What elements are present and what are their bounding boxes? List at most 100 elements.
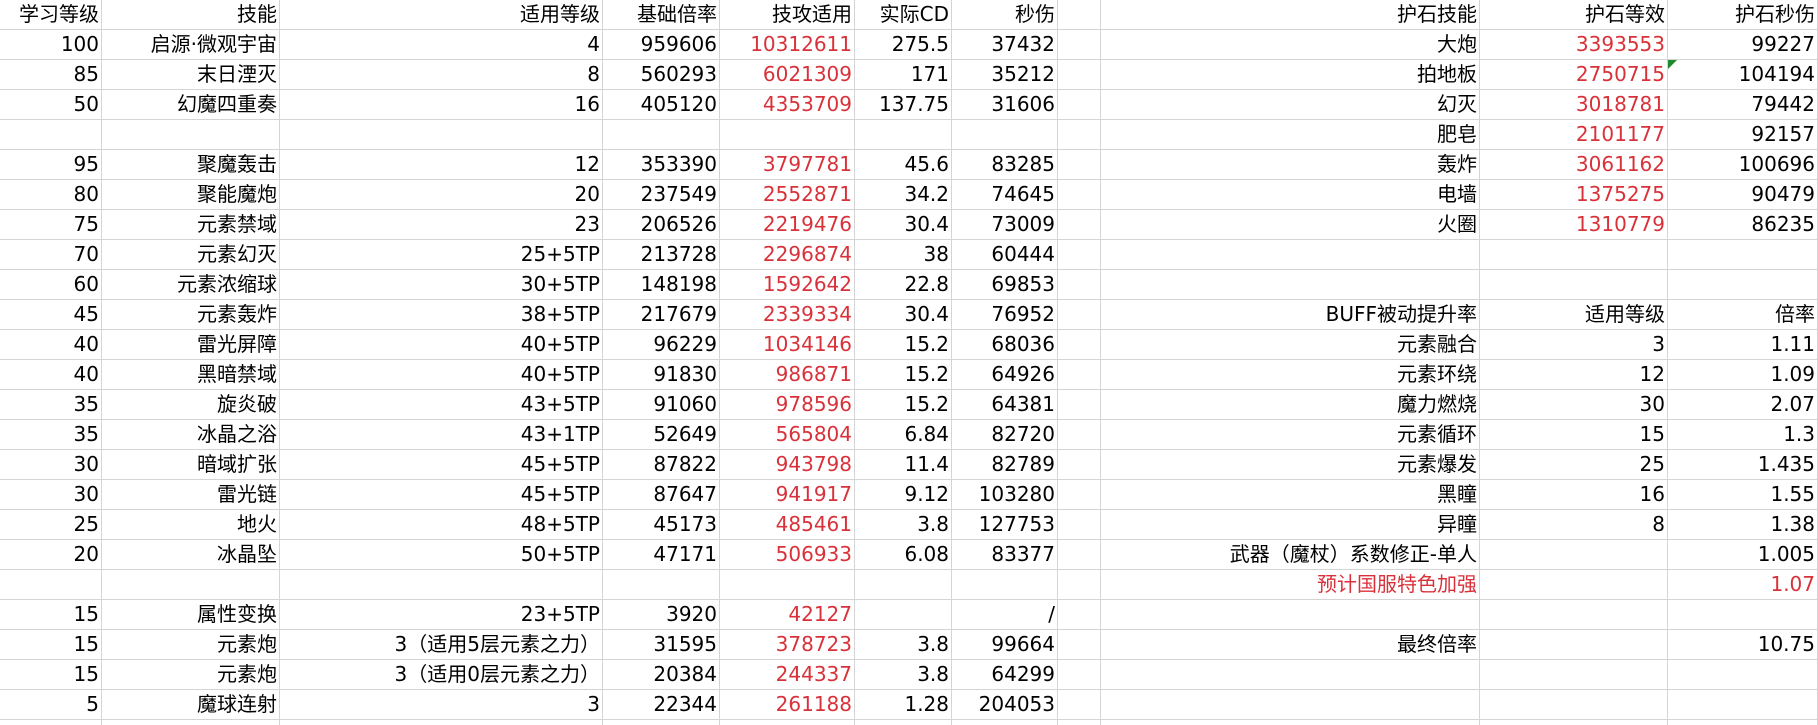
attack-applied-cell[interactable]: 4353709 bbox=[720, 90, 855, 119]
attack-applied-cell[interactable]: 506933 bbox=[720, 540, 855, 569]
apply-level-cell[interactable]: 8 bbox=[280, 60, 603, 89]
dps-cell[interactable]: 37432 bbox=[952, 30, 1058, 59]
base-rate-cell[interactable]: 560293 bbox=[603, 60, 720, 89]
right-label-cell[interactable]: 幻灭 bbox=[1101, 90, 1480, 119]
right-value-cell[interactable]: 3 bbox=[1480, 330, 1668, 359]
right-label-cell[interactable]: 元素环绕 bbox=[1101, 360, 1480, 389]
header-base-rate[interactable]: 基础倍率 bbox=[603, 0, 720, 29]
right-rate-cell[interactable]: 90479 bbox=[1668, 180, 1818, 209]
dps-cell[interactable]: 127753 bbox=[952, 510, 1058, 539]
attack-applied-cell[interactable]: 244337 bbox=[720, 660, 855, 689]
skill-name-cell[interactable]: 幻魔四重奏 bbox=[102, 90, 280, 119]
learn-level-cell[interactable]: 60 bbox=[0, 270, 102, 299]
right-value-cell[interactable]: 16 bbox=[1480, 480, 1668, 509]
skill-name-cell[interactable]: 元素幻灭 bbox=[102, 240, 280, 269]
header-attack-applied[interactable]: 技攻适用 bbox=[720, 0, 855, 29]
right-value-cell[interactable]: 25 bbox=[1480, 450, 1668, 479]
comment-indicator-icon[interactable] bbox=[1668, 60, 1677, 69]
right-rate-cell[interactable]: 100696 bbox=[1668, 150, 1818, 179]
right-rate-cell[interactable]: 1.3 bbox=[1668, 420, 1818, 449]
header-actual-cd[interactable]: 实际CD bbox=[855, 0, 952, 29]
actual-cd-cell[interactable]: 137.75 bbox=[855, 90, 952, 119]
base-rate-cell[interactable]: 91060 bbox=[603, 390, 720, 419]
learn-level-cell[interactable] bbox=[0, 570, 102, 599]
actual-cd-cell[interactable]: 9.12 bbox=[855, 480, 952, 509]
right-value-cell[interactable] bbox=[1480, 570, 1668, 599]
attack-applied-cell[interactable]: 6021309 bbox=[720, 60, 855, 89]
dps-cell[interactable]: 69853 bbox=[952, 270, 1058, 299]
actual-cd-cell[interactable]: 11.4 bbox=[855, 450, 952, 479]
learn-level-cell[interactable]: 100 bbox=[0, 30, 102, 59]
right-value-cell[interactable]: 1310779 bbox=[1480, 210, 1668, 239]
right-label-cell[interactable] bbox=[1101, 690, 1480, 719]
learn-level-cell[interactable]: 30 bbox=[0, 480, 102, 509]
base-rate-cell[interactable] bbox=[603, 570, 720, 599]
right-label-cell[interactable] bbox=[1101, 240, 1480, 269]
learn-level-cell[interactable]: 80 bbox=[0, 180, 102, 209]
actual-cd-cell[interactable] bbox=[855, 120, 952, 149]
header-skill-name[interactable]: 技能 bbox=[102, 0, 280, 29]
right-rate-cell[interactable]: 2.07 bbox=[1668, 390, 1818, 419]
dps-cell[interactable]: / bbox=[952, 600, 1058, 629]
attack-applied-cell[interactable]: 2219476 bbox=[720, 210, 855, 239]
right-value-cell[interactable] bbox=[1480, 240, 1668, 269]
skill-name-cell[interactable]: 启源·微观宇宙 bbox=[102, 30, 280, 59]
apply-level-cell[interactable]: 43+5TP bbox=[280, 390, 603, 419]
right-rate-cell[interactable]: 1.11 bbox=[1668, 330, 1818, 359]
skill-name-cell[interactable]: 元素炮 bbox=[102, 630, 280, 659]
right-rate-cell[interactable]: 护石秒伤 bbox=[1668, 0, 1818, 29]
learn-level-cell[interactable]: 25 bbox=[0, 510, 102, 539]
right-label-cell[interactable]: 元素融合 bbox=[1101, 330, 1480, 359]
base-rate-cell[interactable]: 96229 bbox=[603, 330, 720, 359]
actual-cd-cell[interactable]: 3.8 bbox=[855, 510, 952, 539]
base-rate-cell[interactable]: 213728 bbox=[603, 240, 720, 269]
learn-level-cell[interactable]: 15 bbox=[0, 600, 102, 629]
skill-name-cell[interactable]: 暗域扩张 bbox=[102, 450, 280, 479]
right-rate-cell[interactable]: 99227 bbox=[1668, 30, 1818, 59]
base-rate-cell[interactable]: 206526 bbox=[603, 210, 720, 239]
right-label-cell[interactable]: 武器（魔杖）系数修正-单人 bbox=[1101, 540, 1480, 569]
right-value-cell[interactable]: 2750715 bbox=[1480, 60, 1668, 89]
actual-cd-cell[interactable]: 1.28 bbox=[855, 690, 952, 719]
right-value-cell[interactable]: 3061162 bbox=[1480, 150, 1668, 179]
base-rate-cell[interactable]: 91830 bbox=[603, 360, 720, 389]
apply-level-cell[interactable]: 16 bbox=[280, 90, 603, 119]
right-label-cell[interactable]: 护石技能 bbox=[1101, 0, 1480, 29]
attack-applied-cell[interactable]: 2552871 bbox=[720, 180, 855, 209]
skill-name-cell[interactable]: 元素轰炸 bbox=[102, 300, 280, 329]
actual-cd-cell[interactable]: 45.6 bbox=[855, 150, 952, 179]
apply-level-cell[interactable]: 12 bbox=[280, 150, 603, 179]
right-label-cell[interactable]: 异瞳 bbox=[1101, 510, 1480, 539]
right-value-cell[interactable]: 30 bbox=[1480, 390, 1668, 419]
learn-level-cell[interactable]: 5 bbox=[0, 690, 102, 719]
base-rate-cell[interactable]: 31595 bbox=[603, 630, 720, 659]
right-value-cell[interactable] bbox=[1480, 690, 1668, 719]
apply-level-cell[interactable]: 23+5TP bbox=[280, 600, 603, 629]
attack-applied-cell[interactable]: 485461 bbox=[720, 510, 855, 539]
skill-name-cell[interactable]: 元素禁域 bbox=[102, 210, 280, 239]
attack-applied-cell[interactable]: 2339334 bbox=[720, 300, 855, 329]
skill-name-cell[interactable] bbox=[102, 570, 280, 599]
apply-level-cell[interactable] bbox=[280, 570, 603, 599]
dps-cell[interactable]: 82789 bbox=[952, 450, 1058, 479]
skill-name-cell[interactable]: 末日湮灭 bbox=[102, 60, 280, 89]
base-rate-cell[interactable]: 87647 bbox=[603, 480, 720, 509]
right-label-cell[interactable] bbox=[1101, 270, 1480, 299]
base-rate-cell[interactable]: 47171 bbox=[603, 540, 720, 569]
base-rate-cell[interactable]: 405120 bbox=[603, 90, 720, 119]
actual-cd-cell[interactable]: 171 bbox=[855, 60, 952, 89]
right-value-cell[interactable] bbox=[1480, 270, 1668, 299]
right-value-cell[interactable] bbox=[1480, 630, 1668, 659]
right-label-cell[interactable]: 元素循环 bbox=[1101, 420, 1480, 449]
skill-name-cell[interactable] bbox=[102, 120, 280, 149]
attack-applied-cell[interactable] bbox=[720, 570, 855, 599]
attack-applied-cell[interactable]: 3797781 bbox=[720, 150, 855, 179]
right-label-cell[interactable]: 最终倍率 bbox=[1101, 630, 1480, 659]
base-rate-cell[interactable]: 52649 bbox=[603, 420, 720, 449]
attack-applied-cell[interactable]: 1034146 bbox=[720, 330, 855, 359]
right-value-cell[interactable]: 3393553 bbox=[1480, 30, 1668, 59]
right-rate-cell[interactable] bbox=[1668, 270, 1818, 299]
right-rate-cell[interactable] bbox=[1668, 660, 1818, 689]
learn-level-cell[interactable]: 35 bbox=[0, 420, 102, 449]
apply-level-cell[interactable]: 30+5TP bbox=[280, 270, 603, 299]
